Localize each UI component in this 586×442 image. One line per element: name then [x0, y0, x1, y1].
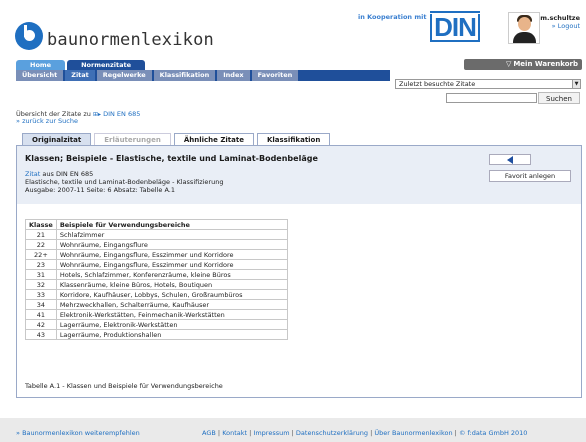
class-cell: 33 [25, 289, 57, 300]
class-cell: 42 [25, 319, 57, 330]
add-favorite-button[interactable]: Favorit anlegen [489, 170, 571, 182]
usage-cell: Mehrzweckhallen, Schalterräume, Kaufhäus… [55, 299, 288, 310]
citation-panel: Klassen; Beispiele - Elastische, textile… [16, 145, 582, 398]
tab-aehnliche-zitate[interactable]: Ähnliche Zitate [173, 133, 254, 145]
tab-normenzitate[interactable]: Normenzitate [67, 60, 146, 70]
column-header-beispiele: Beispiele für Verwendungsbereiche [55, 219, 288, 230]
logout-label[interactable]: Logout [558, 22, 580, 30]
back-to-search-label[interactable]: zurück zur Suche [22, 117, 78, 125]
table-row: 23 Wohnräume, Eingangsflure, Esszimmer un… [25, 259, 288, 270]
usage-cell: Lagerräume, Elektronik-Werkstätten [55, 319, 288, 330]
din-logo[interactable]: DIN [430, 11, 480, 42]
cooperation-label: in Kooperation mit [358, 13, 427, 21]
recent-citations-value: Zuletzt besuchte Zitate [399, 80, 476, 88]
table-row: 31 Hotels, Schlafzimmer, Konferenzräume, … [25, 269, 288, 280]
tab-originalzitat[interactable]: Originalzitat [22, 133, 92, 145]
usage-cell: Wohnräume, Eingangsflure, Esszimmer und … [55, 249, 288, 260]
citation-title: Klassen; Beispiele - Elastische, textile… [25, 154, 318, 163]
breadcrumb-doc-link[interactable]: DIN EN 685 [103, 110, 140, 118]
usage-cell: Wohnräume, Eingangsflure, Esszimmer und … [55, 259, 288, 270]
column-header-klasse: Klasse [25, 219, 57, 230]
footer-link-about[interactable]: Über Baunormenlexikon [374, 429, 452, 437]
footer-link-agb[interactable]: AGB [202, 429, 216, 437]
class-cell: 34 [25, 299, 57, 310]
footer-copyright[interactable]: © f:data GmbH 2010 [459, 429, 528, 437]
usage-cell: Wohnräume, Eingangsflure [55, 239, 288, 250]
citation-link[interactable]: Zitat [25, 170, 40, 178]
footer-link-kontakt[interactable]: Kontakt [222, 429, 247, 437]
citation-source: aus DIN EN 685 [40, 170, 94, 178]
back-to-search-link[interactable]: » zurück zur Suche [16, 117, 78, 125]
content-tabs: Originalzitat Erläuterungen Ähnliche Zit… [22, 133, 331, 145]
table-row: 22 Wohnräume, Eingangsflure [25, 239, 288, 250]
class-cell: 21 [25, 229, 57, 240]
user-name: m.schultze [540, 14, 580, 22]
citation-norm-title: Elastische, textile und Laminat-Bodenbel… [25, 178, 224, 186]
table-row: 41 Elektronik-Werkstätten, Feinmechanik-W… [25, 309, 288, 320]
table-caption: Tabelle A.1 - Klassen und Beispiele für … [25, 382, 223, 390]
table-row: 42 Lagerräume, Elektronik-Werkstätten [25, 319, 288, 330]
table-row: 43 Lagerräume, Produktionshallen [25, 329, 288, 340]
chevron-down-icon[interactable]: ▼ [572, 80, 580, 88]
search-button[interactable]: Suchen [538, 92, 580, 104]
sub-nav: Übersicht Zitat Regelwerke Klassifikatio… [16, 70, 390, 81]
footer-link-datenschutz[interactable]: Datenschutzerklärung [296, 429, 368, 437]
usage-cell: Klassenräume, kleine Büros, Hotels, Bout… [55, 279, 288, 290]
subnav-index[interactable]: Index [217, 70, 250, 81]
double-chevron-icon: » [551, 22, 556, 30]
table-row: 32 Klassenräume, kleine Büros, Hotels, Bo… [25, 279, 288, 290]
subnav-uebersicht[interactable]: Übersicht [16, 70, 64, 81]
avatar [508, 12, 540, 44]
citation-meta: Zitat aus DIN EN 685 Elastische, textile… [25, 170, 223, 194]
table-row: 33 Korridore, Kaufhäuser, Lobbys, Schulen… [25, 289, 288, 300]
table-row: 21 Schlafzimmer [25, 229, 288, 240]
class-cell: 41 [25, 309, 57, 320]
usage-cell: Hotels, Schlafzimmer, Konferenzräume, kl… [55, 269, 288, 280]
classes-table: Klasse Beispiele für Verwendungsbereiche… [25, 219, 288, 340]
arrow-left-icon [507, 156, 513, 164]
subnav-favoriten[interactable]: Favoriten [251, 70, 299, 81]
citation-header: Klassen; Beispiele - Elastische, textile… [17, 146, 581, 204]
class-cell: 43 [25, 329, 57, 340]
class-cell: 31 [25, 269, 57, 280]
main-nav: Home Normenzitate [16, 60, 146, 70]
footer-links: AGB | Kontakt | Impressum | Datenschutze… [202, 429, 528, 437]
class-cell: 22 [25, 239, 57, 250]
class-cell: 32 [25, 279, 57, 290]
subnav-regelwerke[interactable]: Regelwerke [96, 70, 152, 81]
cart-button[interactable]: ▽ Mein Warenkorb [464, 59, 582, 70]
back-button[interactable] [489, 154, 531, 165]
usage-cell: Elektronik-Werkstätten, Feinmechanik-Wer… [55, 309, 288, 320]
tab-klassifikation[interactable]: Klassifikation [256, 133, 331, 145]
cart-icon: ▽ [505, 60, 512, 68]
double-chevron-icon: » [16, 429, 20, 437]
tab-erlaeuterungen: Erläuterungen [94, 133, 171, 145]
search-input[interactable] [446, 93, 537, 103]
class-cell: 23 [25, 259, 57, 270]
cart-label: Mein Warenkorb [513, 60, 578, 68]
baunormenlexikon-logo-icon[interactable] [15, 22, 43, 50]
recent-citations-select[interactable]: Zuletzt besuchte Zitate ▼ [395, 79, 581, 89]
subnav-zitat[interactable]: Zitat [65, 70, 95, 81]
subnav-klassifikation[interactable]: Klassifikation [153, 70, 216, 81]
citation-edition: Ausgabe: 2007-11 Seite: 6 Absatz: Tabell… [25, 186, 175, 194]
recommend-link[interactable]: » Baunormenlexikon weiterempfehlen [16, 429, 140, 437]
page: baunormenlexikon in Kooperation mit DIN … [0, 0, 586, 418]
table-header-row: Klasse Beispiele für Verwendungsbereiche [25, 219, 288, 230]
class-cell: 22+ [25, 249, 57, 260]
recommend-label[interactable]: Baunormenlexikon weiterempfehlen [22, 429, 140, 437]
footer: » Baunormenlexikon weiterempfehlen AGB |… [0, 420, 586, 442]
tab-home[interactable]: Home [16, 60, 66, 70]
double-chevron-icon: » [16, 117, 20, 125]
usage-cell: Korridore, Kaufhäuser, Lobbys, Schulen, … [55, 289, 288, 300]
logo-text[interactable]: baunormenlexikon [47, 30, 214, 50]
table-row: 34 Mehrzweckhallen, Schalterräume, Kaufhä… [25, 299, 288, 310]
footer-link-impressum[interactable]: Impressum [253, 429, 289, 437]
document-icon: ⊞▸ [92, 111, 101, 118]
logout-link[interactable]: » Logout [552, 22, 580, 30]
table-row: 22+ Wohnräume, Eingangsflure, Esszimmer u… [25, 249, 288, 260]
usage-cell: Lagerräume, Produktionshallen [55, 329, 288, 340]
usage-cell: Schlafzimmer [55, 229, 288, 240]
